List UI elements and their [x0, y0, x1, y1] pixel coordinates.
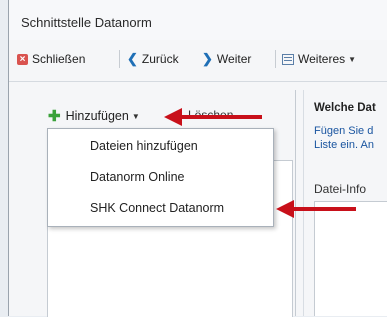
close-button[interactable]: × Schließen	[17, 50, 85, 68]
back-button[interactable]: ❮ Zurück	[127, 50, 179, 68]
menu-item-shk-connect-datanorm[interactable]: SHK Connect Datanorm	[48, 194, 273, 222]
caret-down-icon: ▼	[348, 54, 357, 64]
form-icon	[282, 53, 294, 65]
add-label: Hinzufügen	[65, 109, 129, 123]
info-text-line2: Liste ein. An	[314, 139, 374, 151]
chevron-left-icon: ❮	[127, 51, 138, 66]
more-button[interactable]: Weiteres ▼	[282, 50, 356, 68]
title-bar: Schnittstelle Datanorm	[9, 0, 387, 40]
menu-item-add-files[interactable]: Dateien hinzufügen	[48, 132, 273, 160]
toolbar-divider	[9, 81, 387, 82]
plus-icon: ✚	[48, 108, 61, 125]
pane-divider	[303, 90, 304, 316]
toolbar-separator	[275, 50, 276, 68]
more-label: Weiteres	[298, 52, 346, 66]
forward-button[interactable]: ❯ Weiter	[202, 50, 251, 68]
close-icon: ×	[17, 53, 28, 65]
add-button[interactable]: ✚ Hinzufügen ▼	[48, 106, 140, 126]
toolbar-separator	[119, 50, 120, 68]
add-dropdown-menu: Dateien hinzufügen Datanorm Online SHK C…	[47, 128, 274, 227]
pane-splitter[interactable]	[295, 90, 296, 316]
file-info-label: Datei-Info	[314, 182, 367, 196]
forward-label: Weiter	[216, 52, 252, 66]
info-pane: Welche Dat Fügen Sie d Liste ein. An Dat…	[314, 98, 387, 316]
file-info-box	[314, 201, 387, 316]
chevron-right-icon: ❯	[202, 51, 213, 66]
toolbar: × Schließen ❮ Zurück ❯ Weiter Weiteres ▼	[9, 46, 387, 72]
delete-button[interactable]: Löschen	[188, 108, 233, 122]
close-label: Schließen	[32, 52, 86, 66]
window-title: Schnittstelle Datanorm	[21, 15, 152, 30]
caret-down-icon: ▼	[131, 111, 140, 121]
menu-item-datanorm-online[interactable]: Datanorm Online	[48, 163, 273, 191]
back-label: Zurück	[141, 52, 179, 66]
info-heading: Welche Dat	[314, 102, 376, 114]
info-text-line1: Fügen Sie d	[314, 125, 374, 137]
info-text: Fügen Sie d Liste ein. An	[314, 124, 374, 152]
